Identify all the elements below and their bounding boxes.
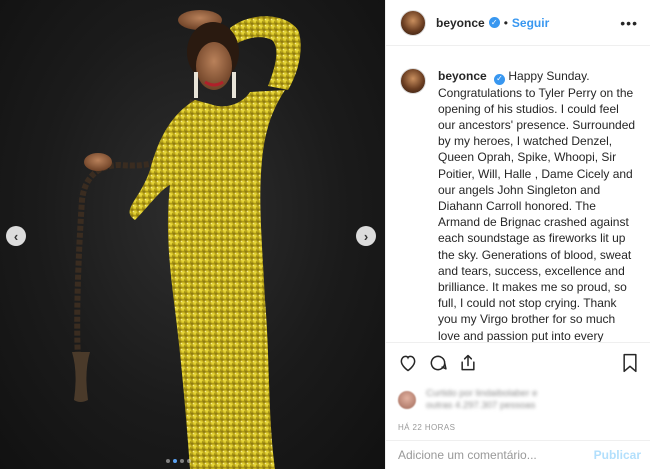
post-photo xyxy=(72,10,301,469)
caption-text-block: beyonce ✓ Happy Sunday. Congratulations … xyxy=(438,68,638,342)
share-button[interactable] xyxy=(458,353,478,373)
bookmark-icon xyxy=(623,353,637,373)
comment-form: Publicar xyxy=(386,440,650,469)
carousel-dot xyxy=(166,459,170,463)
caption-text: Happy Sunday. Congratulations to Tyler P… xyxy=(438,69,636,342)
comment-input[interactable] xyxy=(398,448,588,462)
carousel-dot xyxy=(187,459,191,463)
post-timestamp[interactable]: HÁ 22 HORAS xyxy=(386,417,650,432)
save-button[interactable] xyxy=(621,353,639,373)
verified-badge-icon: ✓ xyxy=(488,17,500,28)
caption-username[interactable]: beyonce xyxy=(438,69,487,83)
post-sidebar: beyonce ✓ • Seguir ••• beyonce ✓ Happy S… xyxy=(385,0,650,469)
chevron-right-icon: › xyxy=(363,228,369,244)
separator-bullet: • xyxy=(503,15,508,30)
comment-button[interactable] xyxy=(428,353,448,373)
likes-text-line1: Curtido por lindaibolaber e xyxy=(426,388,538,399)
chevron-left-icon: ‹ xyxy=(13,228,19,244)
post-header: beyonce ✓ • Seguir ••• xyxy=(386,0,650,46)
next-photo-button[interactable]: › xyxy=(356,226,376,246)
likes-text-line2: outras 4.297.307 pessoas xyxy=(426,400,536,411)
carousel-dot-active xyxy=(173,459,177,463)
action-bar xyxy=(386,343,650,383)
liker-avatar xyxy=(398,391,416,409)
share-icon xyxy=(461,354,475,371)
avatar[interactable] xyxy=(400,9,426,36)
heart-icon xyxy=(400,355,416,372)
like-button[interactable] xyxy=(398,353,418,373)
likes-text: Curtido por lindaibolaber e outras 4.297… xyxy=(426,388,537,412)
header-username[interactable]: beyonce xyxy=(436,16,485,30)
caption-avatar[interactable] xyxy=(400,68,426,94)
more-options-icon[interactable]: ••• xyxy=(620,15,638,31)
caption-section: beyonce ✓ Happy Sunday. Congratulations … xyxy=(386,46,650,342)
publish-button[interactable]: Publicar xyxy=(594,448,641,462)
previous-photo-button[interactable]: ‹ xyxy=(6,226,26,246)
verified-badge-icon: ✓ xyxy=(494,73,506,85)
post-media[interactable]: ‹ › xyxy=(0,0,385,469)
carousel-indicator xyxy=(166,459,191,463)
carousel-dot xyxy=(180,459,184,463)
post-actions-section: Curtido por lindaibolaber e outras 4.297… xyxy=(386,342,650,432)
follow-button[interactable]: Seguir xyxy=(512,16,549,30)
comment-icon xyxy=(430,355,447,371)
likes-summary[interactable]: Curtido por lindaibolaber e outras 4.297… xyxy=(386,383,650,417)
